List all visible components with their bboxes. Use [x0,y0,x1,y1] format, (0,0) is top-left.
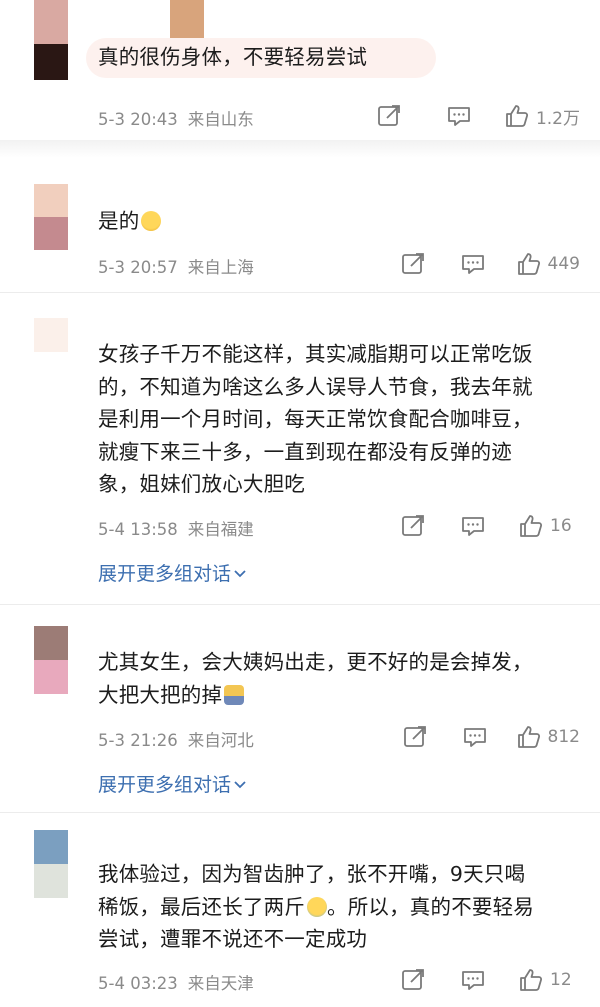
comment-location: 来自山东 [187,110,254,129]
comment-location: 来自福建 [187,520,254,539]
comment-actions: 12 [400,966,580,994]
comment-meta: 5-3 20:57 来自上海 [98,254,254,278]
avatar[interactable] [34,184,68,250]
like-count: 812 [547,727,580,747]
chevron-down-icon [233,774,247,789]
comment-meta: 5-3 20:43 来自山东 [98,106,254,130]
comment-icon[interactable] [460,251,486,277]
share-icon[interactable] [400,251,426,277]
like-count: 12 [550,970,572,990]
comment-date: 5-3 20:43 [98,110,178,129]
share-icon[interactable] [400,967,426,993]
comment-date: 5-4 03:23 [98,974,178,993]
like-count: 1.2万 [535,108,580,129]
comment-text: 我体验过，因为智齿肿了，张不开嘴，9天只喝 稀饭，最后还长了两斤 。所以，真的不要… [98,862,534,951]
comment-icon[interactable] [460,967,486,993]
share-icon[interactable] [402,724,428,750]
comment-text: 真的很伤身体，不要轻易尝试 [98,45,368,69]
comment-text: 女孩子千万不能这样，其实减脂期可以正常吃饭 的，不知道为啥这么多人误导人节食，我… [98,342,533,496]
avatar[interactable] [34,830,68,898]
thumbs-up-icon[interactable] [518,513,544,539]
comment-location: 来自上海 [187,258,254,277]
comment-date: 5-3 21:26 [98,731,178,750]
section-divider [0,140,600,158]
comment-location: 来自河北 [187,731,254,750]
laughing-crying-emoji [307,896,327,917]
comment-actions: 449 [400,250,580,278]
comment-meta: 5-4 13:58 来自福建 [98,516,254,540]
avatar[interactable] [170,0,204,42]
avatar[interactable] [34,0,68,80]
comment-actions: 1.2万 [376,102,580,130]
comment-icon[interactable] [446,103,472,129]
comment-text: 是的 [98,205,588,238]
comment-icon[interactable] [460,513,486,539]
avatar[interactable] [34,318,68,352]
comment-icon[interactable] [462,724,488,750]
expand-more-dialogs[interactable]: 展开更多组对话 [98,770,247,797]
comment-location: 来自天津 [187,974,254,993]
thumbs-up-icon[interactable] [518,967,544,993]
divider [0,292,600,293]
divider [0,604,600,605]
like-count: 16 [550,516,572,536]
expand-more-dialogs[interactable]: 展开更多组对话 [98,559,247,586]
share-icon[interactable] [400,513,426,539]
thumbs-up-icon[interactable] [516,724,542,750]
thumbs-up-icon[interactable] [516,251,542,277]
chevron-down-icon [233,563,247,578]
avatar[interactable] [34,626,68,694]
comment-actions: 812 [402,723,580,751]
comment-meta: 5-4 03:23 来自天津 [98,970,254,994]
comment-date: 5-4 13:58 [98,520,178,539]
comment-text: 尤其女生，会大姨妈出走，更不好的是会掉发， 大把大把的掉 [98,650,533,707]
crying-emoji [141,211,162,231]
share-icon[interactable] [376,103,402,129]
like-count: 449 [547,254,580,274]
comment-actions: 16 [400,512,580,540]
divider [0,812,600,813]
thumbs-up-icon[interactable] [504,103,530,129]
comment-meta: 5-3 21:26 来自河北 [98,727,254,751]
comment-date: 5-3 20:57 [98,258,178,277]
sad-emoji [224,684,245,705]
